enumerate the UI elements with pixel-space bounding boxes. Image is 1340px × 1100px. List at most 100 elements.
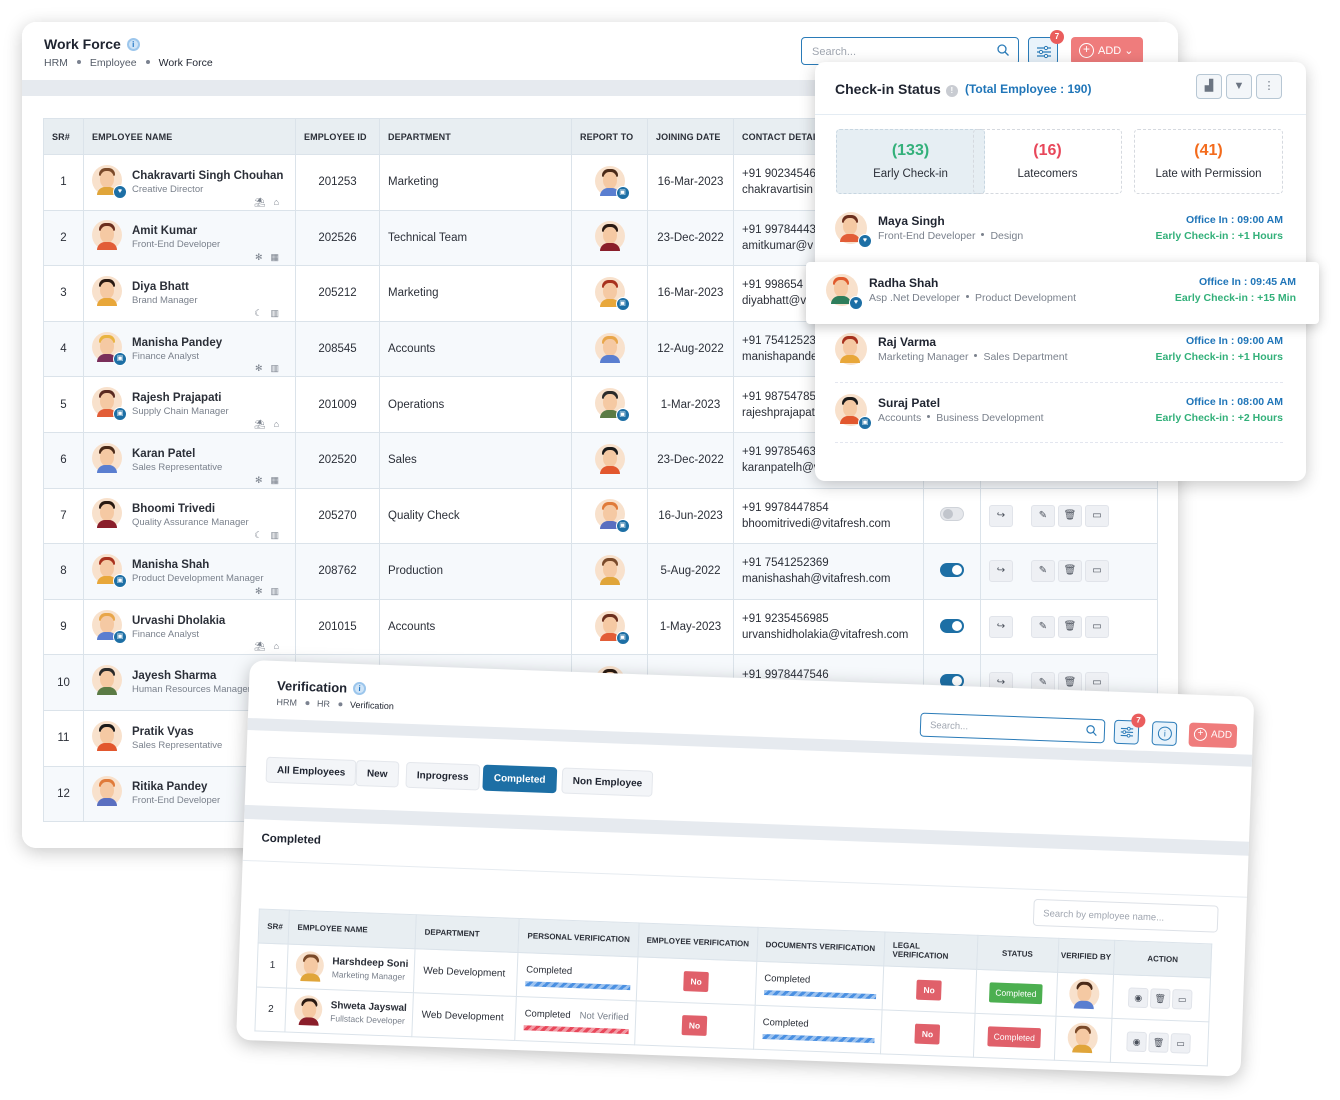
- comment-button[interactable]: ▭: [1085, 560, 1109, 583]
- col-employee-verification[interactable]: EMPLOYEE VERIFICATION: [637, 922, 758, 962]
- tab-all-employees[interactable]: All Employees: [265, 756, 357, 786]
- filter-button[interactable]: ▼: [1226, 74, 1252, 99]
- col-joining-date[interactable]: JOINING DATE: [647, 118, 734, 155]
- col-documents-verification[interactable]: DOCUMENTS VERIFICATION: [756, 927, 885, 966]
- edit-button[interactable]: ✎: [1031, 616, 1055, 639]
- tab-new[interactable]: New: [355, 759, 399, 788]
- stat-value: (133): [891, 142, 930, 159]
- stat-early-checkin[interactable]: (133) Early Check-in: [836, 129, 985, 194]
- stat-latecomers[interactable]: (16) Latecomers: [973, 129, 1122, 194]
- breadcrumb-hrm[interactable]: HRM: [44, 57, 68, 69]
- col-sr-[interactable]: SR#: [258, 909, 290, 945]
- progress-status: Completed: [762, 1016, 809, 1030]
- employee-search-input[interactable]: Search by employee name...: [1032, 898, 1219, 933]
- breadcrumb-employee[interactable]: Employee: [90, 57, 137, 69]
- col-employee-id[interactable]: EMPLOYEE ID: [295, 118, 380, 155]
- department: Sales: [379, 431, 572, 489]
- avatar: ♥: [92, 164, 127, 199]
- share-button[interactable]: ↪: [989, 616, 1013, 639]
- employee-name[interactable]: Karan Patel: [132, 448, 295, 460]
- employee-role: Front-End Developer: [878, 230, 976, 242]
- delete-button[interactable]: 🗑: [1058, 504, 1082, 527]
- status-toggle[interactable]: [940, 618, 964, 633]
- col-employee-name[interactable]: EMPLOYEE NAME: [288, 910, 417, 949]
- checkin-item-highlighted[interactable]: ♥ Radha Shah Asp .Net Developer Product D…: [806, 262, 1319, 324]
- add-button[interactable]: + ADD ⌄: [1071, 37, 1143, 65]
- employee-name[interactable]: Amit Kumar: [132, 225, 295, 237]
- comment-button[interactable]: ▭: [1170, 1032, 1191, 1054]
- info-button[interactable]: i: [1151, 721, 1178, 747]
- comment-button[interactable]: ▭: [1085, 616, 1109, 639]
- filter-button[interactable]: 7: [1113, 713, 1146, 745]
- employee-name[interactable]: Bhoomi Trivedi: [132, 503, 295, 515]
- delete-button[interactable]: 🗑: [1058, 616, 1082, 639]
- table-row[interactable]: 9 ▣ Urvashi Dholakia Finance Analyst ⛱⌂ 20101…: [43, 598, 1158, 656]
- tab-non-employee[interactable]: Non Employee: [561, 767, 654, 797]
- status-toggle[interactable]: [940, 507, 964, 522]
- divider: [835, 442, 1283, 443]
- edit-button[interactable]: ✎: [1031, 560, 1055, 583]
- add-button[interactable]: + ADD: [1188, 722, 1238, 749]
- search-input[interactable]: Search...: [919, 712, 1106, 744]
- alert-icon[interactable]: !: [945, 85, 958, 97]
- employee-name[interactable]: Diya Bhatt: [132, 281, 295, 293]
- employee-name[interactable]: Harshdeep Soni: [332, 956, 415, 970]
- delete-button[interactable]: 🗑: [1148, 1031, 1169, 1053]
- status-toggle[interactable]: [940, 562, 964, 577]
- sr-cell: 2: [43, 209, 84, 267]
- list-item[interactable]: Raj Varma Marketing Manager Sales Departme…: [835, 329, 1283, 379]
- employee-cell: Harshdeep Soni Marketing Manager: [286, 944, 416, 993]
- col-verified-by[interactable]: VERIFIED BY: [1057, 938, 1115, 975]
- list-item[interactable]: ♥ Maya Singh Front-End Developer Design Offi…: [835, 208, 1283, 258]
- employee-name[interactable]: Shweta Jayswal: [330, 1000, 413, 1014]
- comment-button[interactable]: ▭: [1171, 988, 1193, 1010]
- employee-name[interactable]: Rajesh Prajapati: [132, 392, 295, 404]
- location-icon: ▥: [270, 363, 287, 374]
- comment-button[interactable]: ▭: [1085, 504, 1109, 527]
- table-row[interactable]: 8 ▣ Manisha Shah Product Development Manage…: [43, 543, 1158, 600]
- col-department[interactable]: DEPARTMENT: [415, 914, 520, 953]
- view-button[interactable]: ◉: [1127, 986, 1149, 1008]
- verification-table: SR# EMPLOYEE NAME DEPARTMENT PERSONAL VERIF…: [254, 908, 1212, 1066]
- employee-cell: Shweta Jayswal Fullstack Developer: [285, 988, 414, 1037]
- list-item[interactable]: ▣ Suraj Patel Accounts Business Development…: [835, 390, 1283, 440]
- col-report-to[interactable]: REPORT TO: [571, 118, 648, 155]
- col-sr[interactable]: SR#: [43, 118, 84, 155]
- briefcase-icon: ▣: [113, 573, 127, 588]
- employee-name[interactable]: Urvashi Dholakia: [132, 615, 295, 627]
- employee-name[interactable]: Chakravarti Singh Chouhan: [132, 170, 295, 182]
- breadcrumb-current: Work Force: [158, 57, 213, 69]
- filter-button[interactable]: 7: [1028, 30, 1064, 65]
- table-row[interactable]: 7 Bhoomi Trivedi Quality Assurance Manager…: [43, 487, 1158, 545]
- sr-cell: 6: [43, 431, 84, 489]
- employee-name[interactable]: Manisha Pandey: [132, 337, 295, 349]
- status-badge: Completed: [989, 981, 1043, 1004]
- col-employee-name[interactable]: EMPLOYEE NAME: [83, 118, 296, 155]
- employee-name[interactable]: Manisha Shah: [132, 559, 295, 571]
- search-input[interactable]: Search...: [801, 37, 1019, 65]
- col-department[interactable]: DEPARTMENT: [379, 118, 572, 155]
- share-button[interactable]: ↪: [989, 560, 1013, 583]
- tab-inprogress[interactable]: Inprogress: [405, 761, 481, 791]
- sr-cell: 1: [256, 942, 289, 989]
- view-button[interactable]: ◉: [1126, 1030, 1148, 1052]
- chart-button[interactable]: ▟: [1196, 74, 1222, 99]
- delete-button[interactable]: 🗑: [1058, 560, 1082, 583]
- col-action[interactable]: ACTION: [1113, 940, 1212, 978]
- edit-button[interactable]: ✎: [1031, 504, 1055, 527]
- col-personal-verification[interactable]: PERSONAL VERIFICATION: [518, 918, 639, 957]
- breadcrumb-hrm[interactable]: HRM: [276, 697, 297, 708]
- kebab-icon: ⋮: [1263, 80, 1275, 92]
- col-legal-verification[interactable]: LEGAL VERIFICATION: [883, 931, 978, 970]
- shift-tags: ✻▦: [255, 475, 287, 486]
- col-status[interactable]: STATUS: [976, 935, 1059, 973]
- tab-completed[interactable]: Completed: [482, 764, 557, 794]
- stat-late-with-permission[interactable]: (41) Late with Permission: [1134, 129, 1283, 194]
- employee-info: Harshdeep Soni Marketing Manager: [295, 950, 415, 982]
- more-button[interactable]: ⋮: [1256, 74, 1282, 99]
- info-icon[interactable]: i: [352, 681, 367, 696]
- delete-button[interactable]: 🗑: [1149, 987, 1171, 1009]
- info-icon[interactable]: i: [126, 38, 140, 51]
- breadcrumb-hr[interactable]: HR: [317, 698, 330, 708]
- share-button[interactable]: ↪: [989, 504, 1013, 527]
